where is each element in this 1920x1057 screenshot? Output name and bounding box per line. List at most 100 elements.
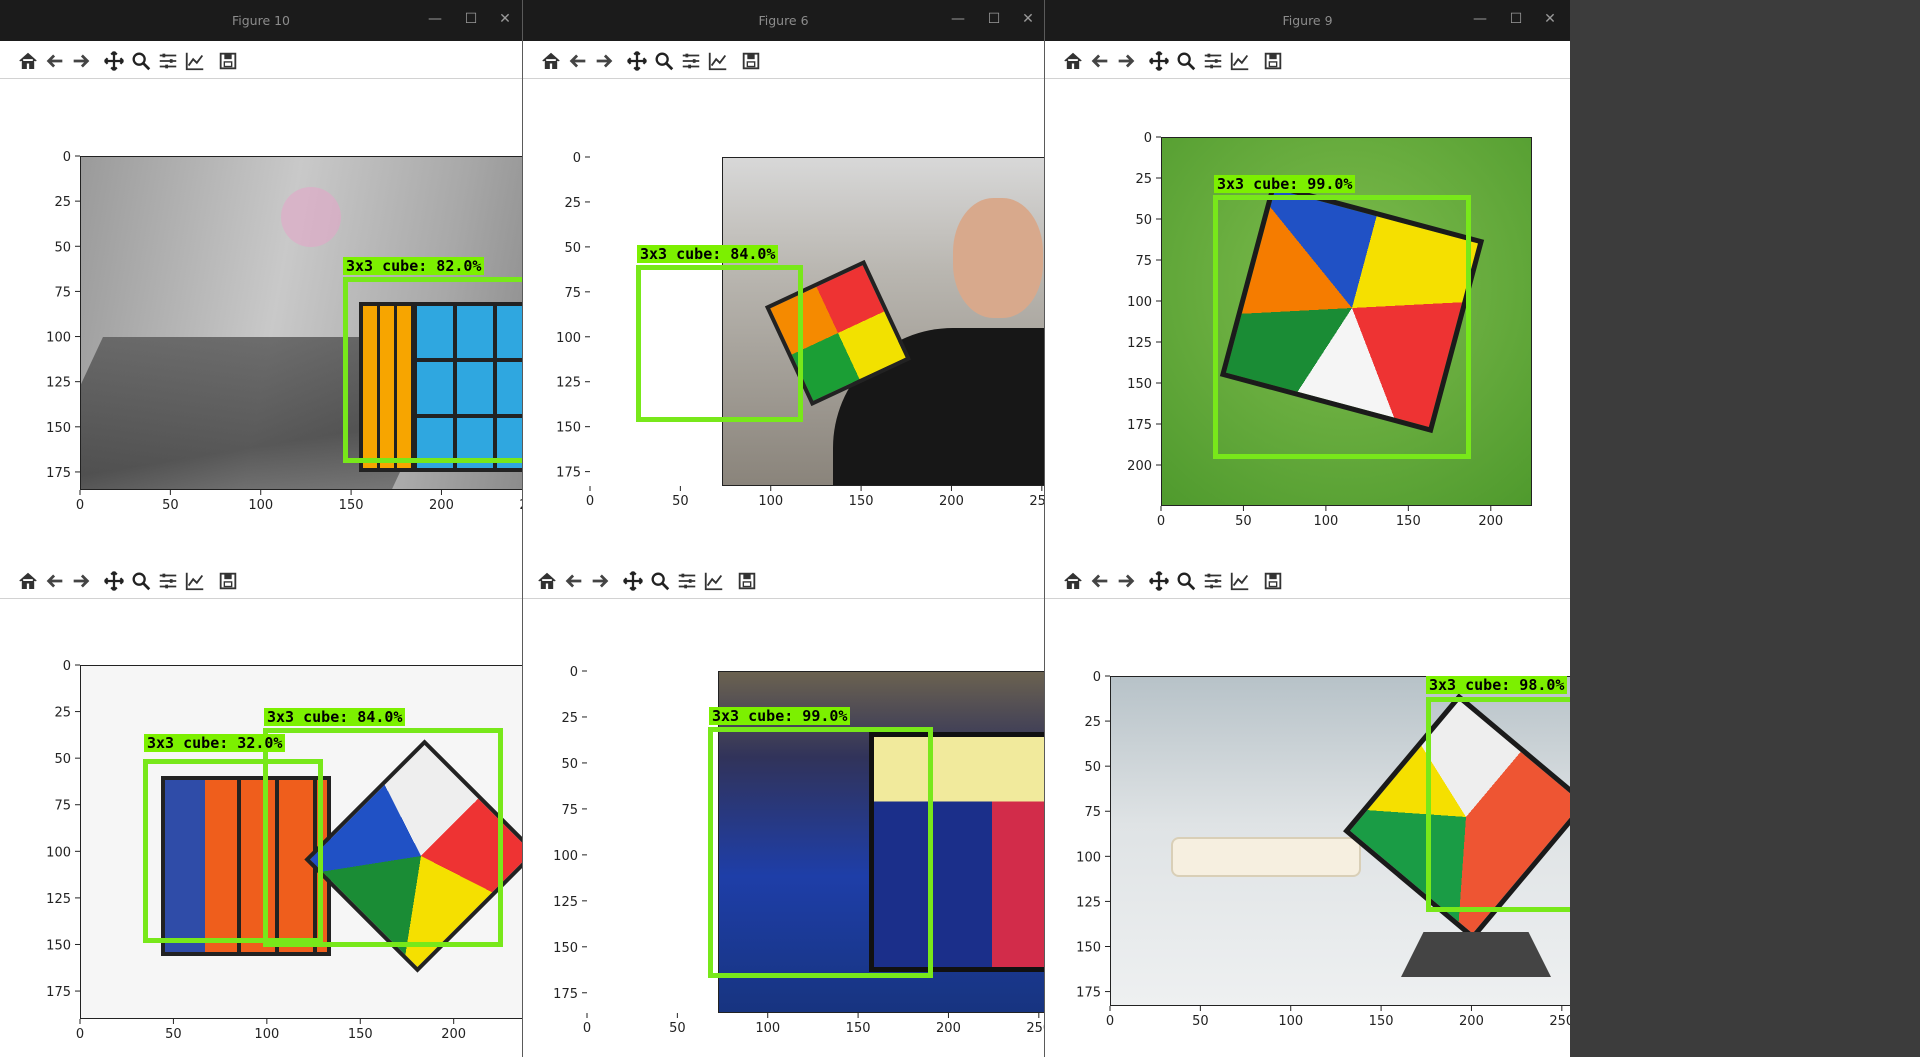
figure-window-6[interactable]: 3x3 cube: 98.0% 050100150200250025507510… bbox=[1045, 561, 1570, 1057]
forward-arrow-button[interactable] bbox=[588, 569, 612, 593]
maximize-button[interactable]: ☐ bbox=[460, 8, 482, 30]
configure-subplots-button[interactable] bbox=[679, 49, 703, 73]
zoom-button[interactable] bbox=[1174, 569, 1198, 593]
y-tick-label: 150 bbox=[556, 421, 581, 436]
back-arrow-button[interactable] bbox=[1088, 569, 1112, 593]
x-tick-label: 200 bbox=[1478, 514, 1503, 529]
y-tick-label: 100 bbox=[553, 849, 578, 864]
maximize-button[interactable]: ☐ bbox=[1505, 8, 1527, 30]
minimize-button[interactable]: — bbox=[424, 8, 446, 30]
edit-axis-icon bbox=[708, 52, 727, 71]
x-tick-label: 200 bbox=[429, 498, 454, 513]
axes-ticks: 0 50 100 150 200 0 25 50 75 100 125 150 175 200 bbox=[1127, 131, 1503, 529]
forward-arrow-button[interactable] bbox=[69, 49, 93, 73]
home-icon bbox=[542, 52, 560, 70]
home-button[interactable] bbox=[1061, 569, 1085, 593]
minimize-button[interactable]: — bbox=[947, 8, 969, 30]
back-arrow-icon bbox=[46, 574, 63, 588]
figure-window-2[interactable]: Figure 6 — ☐ ✕ 3x3 cube: 84.0% 0 50 100 150… bbox=[523, 0, 1044, 561]
figure-window-3[interactable]: Figure 9 — ☐ ✕ 3x3 cube: 99.0% 0 50 100 150… bbox=[1045, 0, 1570, 561]
save-button[interactable] bbox=[739, 49, 763, 73]
pan-button[interactable] bbox=[1147, 49, 1171, 73]
back-arrow-button[interactable] bbox=[43, 569, 67, 593]
window-title: Figure 9 bbox=[1282, 13, 1333, 28]
axes-ticks: 0 50 100 150 200 250 0 25 50 75 100 125 150 175 bbox=[553, 665, 1044, 1036]
y-tick-label: 150 bbox=[1127, 377, 1152, 392]
edit-axis-button[interactable] bbox=[183, 49, 207, 73]
back-arrow-button[interactable] bbox=[43, 49, 67, 73]
home-button[interactable] bbox=[16, 569, 40, 593]
figure-window-4[interactable]: 3x3 cube: 84.0% 3x3 cube: 32.0% 0 50 100 15… bbox=[0, 561, 522, 1057]
configure-subplots-button[interactable] bbox=[156, 49, 180, 73]
edit-axis-icon bbox=[1230, 572, 1249, 591]
zoom-button[interactable] bbox=[1174, 49, 1198, 73]
y-tick-label: 0 bbox=[573, 151, 581, 166]
x-tick-label: 100 bbox=[254, 1027, 279, 1042]
save-button[interactable] bbox=[735, 569, 759, 593]
y-tick-label: 100 bbox=[1127, 295, 1152, 310]
maximize-button[interactable]: ☐ bbox=[983, 8, 1005, 30]
home-button[interactable] bbox=[16, 49, 40, 73]
home-button[interactable] bbox=[1061, 49, 1085, 73]
edit-axis-button[interactable] bbox=[1228, 569, 1252, 593]
save-button[interactable] bbox=[1261, 49, 1285, 73]
navigation-toolbar bbox=[523, 41, 1044, 79]
zoom-icon bbox=[132, 52, 151, 71]
pan-button[interactable] bbox=[625, 49, 649, 73]
y-tick-label: 25 bbox=[561, 711, 578, 726]
pan-button[interactable] bbox=[621, 569, 645, 593]
close-button[interactable]: ✕ bbox=[1539, 8, 1561, 30]
edit-axis-button[interactable] bbox=[183, 569, 207, 593]
figure-window-5[interactable]: 3x3 cube: 99.0% 050100150200250025507510… bbox=[523, 561, 1044, 1057]
close-button[interactable]: ✕ bbox=[1017, 8, 1039, 30]
y-tick-label: 150 bbox=[1076, 940, 1101, 955]
save-icon bbox=[742, 52, 760, 70]
save-button[interactable] bbox=[1261, 569, 1285, 593]
back-arrow-button[interactable] bbox=[566, 49, 590, 73]
configure-subplots-button[interactable] bbox=[1201, 569, 1225, 593]
minimize-button[interactable]: — bbox=[1469, 8, 1491, 30]
edit-axis-button[interactable] bbox=[1228, 49, 1252, 73]
back-arrow-icon bbox=[1091, 574, 1108, 588]
forward-arrow-icon bbox=[73, 574, 90, 588]
figure-window-1[interactable]: Figure 10 — ☐ ✕ 3x3 cube: 82.0% 0 50 100 15… bbox=[0, 0, 522, 561]
zoom-button[interactable] bbox=[129, 569, 153, 593]
pan-button[interactable] bbox=[102, 569, 126, 593]
home-button[interactable] bbox=[535, 569, 559, 593]
configure-subplots-icon bbox=[678, 573, 696, 589]
edit-axis-button[interactable] bbox=[702, 569, 726, 593]
pan-button[interactable] bbox=[1147, 569, 1171, 593]
zoom-button[interactable] bbox=[648, 569, 672, 593]
edit-axis-button[interactable] bbox=[706, 49, 730, 73]
x-tick-label: 100 bbox=[758, 494, 783, 509]
forward-arrow-button[interactable] bbox=[1114, 49, 1138, 73]
back-arrow-button[interactable] bbox=[562, 569, 586, 593]
x-tick-label: 50 bbox=[672, 494, 689, 509]
pan-button[interactable] bbox=[102, 49, 126, 73]
forward-arrow-icon bbox=[1118, 54, 1135, 68]
y-tick-label: 0 bbox=[1144, 131, 1152, 146]
save-button[interactable] bbox=[216, 569, 240, 593]
x-tick-label: 250 bbox=[1029, 494, 1044, 509]
y-tick-label: 50 bbox=[54, 752, 71, 767]
forward-arrow-button[interactable] bbox=[69, 569, 93, 593]
home-button[interactable] bbox=[539, 49, 563, 73]
configure-subplots-button[interactable] bbox=[156, 569, 180, 593]
zoom-button[interactable] bbox=[129, 49, 153, 73]
title-bar[interactable]: Figure 6 — ☐ ✕ bbox=[523, 0, 1044, 41]
forward-arrow-button[interactable] bbox=[592, 49, 616, 73]
title-bar[interactable]: Figure 9 — ☐ ✕ bbox=[1045, 0, 1570, 41]
zoom-button[interactable] bbox=[652, 49, 676, 73]
title-bar[interactable]: Figure 10 — ☐ ✕ bbox=[0, 0, 522, 41]
save-button[interactable] bbox=[216, 49, 240, 73]
y-tick-label: 125 bbox=[1127, 336, 1152, 351]
x-tick-label: 250 bbox=[1549, 1014, 1570, 1029]
y-tick-label: 175 bbox=[1127, 418, 1152, 433]
configure-subplots-button[interactable] bbox=[1201, 49, 1225, 73]
configure-subplots-button[interactable] bbox=[675, 569, 699, 593]
navigation-toolbar bbox=[1045, 41, 1570, 79]
forward-arrow-button[interactable] bbox=[1114, 569, 1138, 593]
navigation-toolbar bbox=[523, 561, 1044, 599]
close-button[interactable]: ✕ bbox=[494, 8, 516, 30]
back-arrow-button[interactable] bbox=[1088, 49, 1112, 73]
